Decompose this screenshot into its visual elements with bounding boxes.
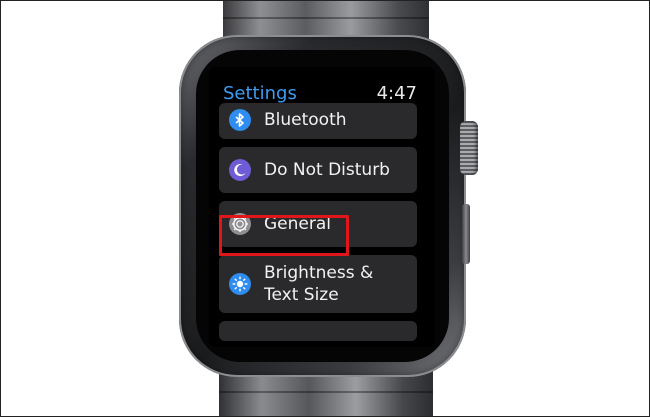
highlight-box-general — [219, 215, 349, 256]
list-item-label: Do Not Disturb — [264, 160, 390, 180]
list-item-label: Bluetooth — [264, 110, 347, 130]
list-item-label-line-2: Text Size — [264, 285, 339, 305]
list-item-do-not-disturb[interactable]: Do Not Disturb — [219, 147, 417, 193]
bluetooth-icon — [229, 109, 251, 131]
digital-crown[interactable] — [460, 121, 478, 175]
screenshot-frame: Settings 4:47 Bluetooth Do Not Disturb G… — [0, 0, 650, 417]
list-item-label-line-1: Brightness & — [264, 263, 374, 283]
watch-screen: Settings 4:47 Bluetooth Do Not Disturb G… — [209, 67, 435, 347]
side-button[interactable] — [462, 204, 470, 264]
list-item-bluetooth[interactable]: Bluetooth — [219, 103, 417, 139]
page-title: Settings — [223, 83, 297, 104]
list-item-brightness-text-size[interactable]: Brightness & Text Size — [219, 255, 417, 313]
sun-icon — [229, 273, 251, 295]
list-item-next[interactable] — [219, 321, 417, 341]
list-item-label: Brightness & Text Size — [264, 262, 373, 306]
clock-time: 4:47 — [376, 83, 417, 104]
moon-icon — [229, 159, 251, 181]
